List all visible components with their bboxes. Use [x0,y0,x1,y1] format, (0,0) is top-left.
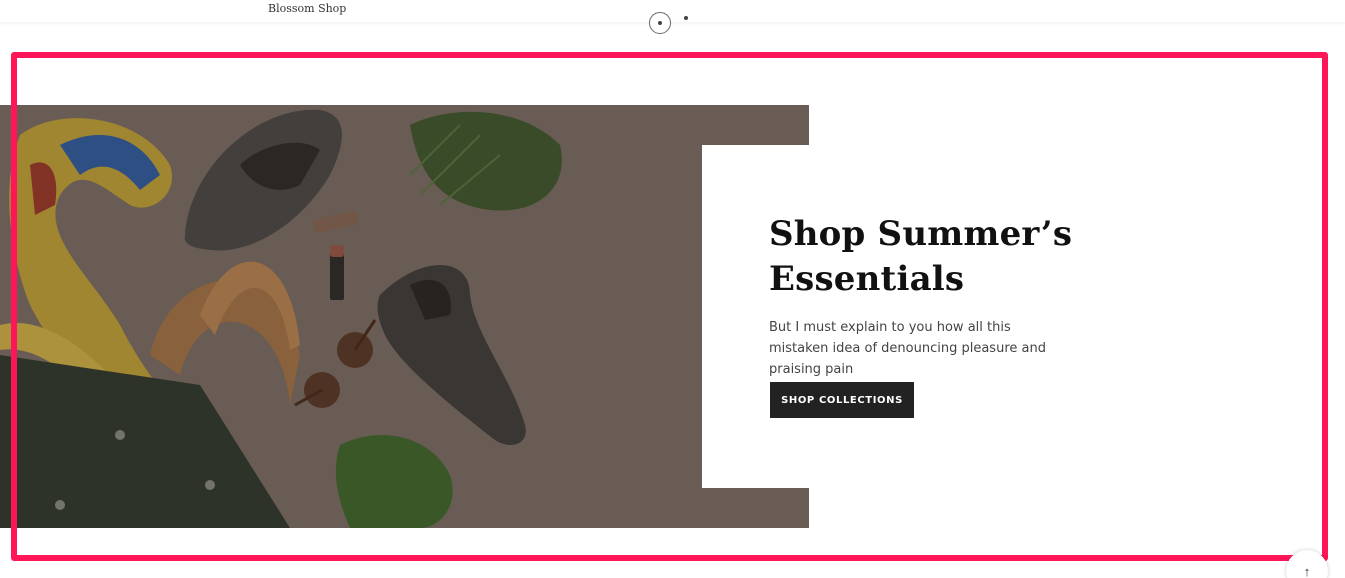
slider-dot-active[interactable] [649,12,671,34]
flatlay-illustration [0,105,809,528]
hero-headline: Shop Summer’s Essentials [769,214,1073,299]
slider-dot[interactable] [684,16,688,20]
scroll-to-top-button[interactable]: ↑ [1286,550,1328,578]
slider-pagination [649,12,688,34]
site-name[interactable]: Blossom Shop [268,2,346,15]
shop-collections-button[interactable]: SHOP COLLECTIONS [770,382,914,418]
hero-image [0,105,809,528]
arrow-up-icon: ↑ [1303,564,1311,578]
hero-description: But I must explain to you how all this m… [769,320,1046,377]
